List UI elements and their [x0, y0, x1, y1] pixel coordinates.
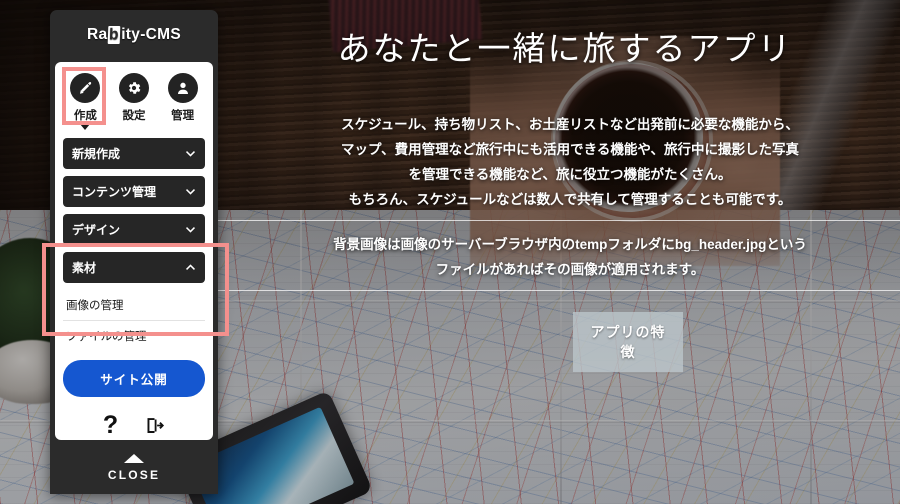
- chevron-up-icon: [185, 264, 196, 270]
- publish-section: サイト公開: [55, 351, 213, 397]
- accordion-content[interactable]: コンテンツ管理: [63, 176, 205, 207]
- accordion-design[interactable]: デザイン: [63, 214, 205, 245]
- accordion-assets[interactable]: 素材: [63, 252, 205, 283]
- cms-sidebar-panel: Ra b ity-CMS 作成 設定 管理 新規作成 コンテンツ管理 デザイン …: [50, 10, 218, 494]
- accordion-design-label: デザイン: [72, 223, 121, 237]
- chevron-down-icon: [185, 151, 196, 157]
- chevron-up-icon: [124, 454, 144, 463]
- accordion-new-label: 新規作成: [72, 147, 121, 161]
- sidebar-item-create[interactable]: 作成: [63, 73, 107, 130]
- notice-line: ファイルがあればその画像が適用されます。: [435, 262, 705, 277]
- sidebar-body: 作成 設定 管理 新規作成 コンテンツ管理 デザイン 素材 画像の管理 ファイル…: [55, 62, 213, 440]
- sidebar-item-create-label: 作成: [73, 110, 97, 122]
- sidebar-item-settings[interactable]: 設定: [112, 73, 156, 130]
- active-caret-icon: [80, 124, 91, 130]
- notice-line: 背景画像は画像のサーバーブラウザ内のtempフォルダにbg_header.jpg…: [333, 237, 807, 252]
- accordion-new[interactable]: 新規作成: [63, 138, 205, 169]
- chevron-down-icon: [185, 189, 196, 195]
- sidebar-icon-nav: 作成 設定 管理: [55, 62, 213, 134]
- pen-icon: [70, 73, 101, 103]
- help-icon[interactable]: ?: [103, 412, 118, 437]
- accordion-content-label: コンテンツ管理: [72, 185, 157, 199]
- sidebar-close-button[interactable]: CLOSE: [50, 442, 218, 494]
- logo-letter-b: b: [108, 26, 121, 44]
- assets-submenu: 画像の管理 ファイルの管理: [63, 290, 205, 351]
- hero-note-section: 背景画像は画像のサーバーブラウザ内のtempフォルダにbg_header.jpg…: [230, 0, 900, 504]
- app-logo[interactable]: Ra b ity-CMS: [50, 10, 218, 60]
- sidebar-accordion: 新規作成 コンテンツ管理 デザイン 素材 画像の管理 ファイルの管理: [55, 134, 213, 351]
- logo-text-post: ity-CMS: [121, 26, 181, 43]
- background-image-notice: 背景画像は画像のサーバーブラウザ内のtempフォルダにbg_header.jpg…: [250, 232, 890, 282]
- submenu-item-file-management[interactable]: ファイルの管理: [63, 321, 205, 351]
- gear-icon: [118, 73, 149, 103]
- user-icon: [167, 73, 198, 103]
- sidebar-close-label: CLOSE: [107, 468, 161, 482]
- sidebar-utility-row: ?: [55, 397, 213, 437]
- sidebar-item-admin-label: 管理: [171, 110, 195, 122]
- sidebar-item-settings-label: 設定: [122, 110, 146, 122]
- submenu-item-image-management[interactable]: 画像の管理: [63, 290, 205, 321]
- publish-site-button[interactable]: サイト公開: [63, 360, 205, 397]
- sidebar-item-admin[interactable]: 管理: [161, 73, 205, 130]
- logout-icon[interactable]: [144, 413, 165, 437]
- accordion-assets-label: 素材: [72, 261, 97, 275]
- app-screenshot: あなたと一緒に旅するアプリ スケジュール、持ち物リスト、お土産リストなど出発前に…: [0, 0, 900, 504]
- app-features-button[interactable]: アプリの特徴: [573, 312, 683, 372]
- logo-text-pre: Ra: [87, 26, 108, 43]
- chevron-down-icon: [185, 227, 196, 233]
